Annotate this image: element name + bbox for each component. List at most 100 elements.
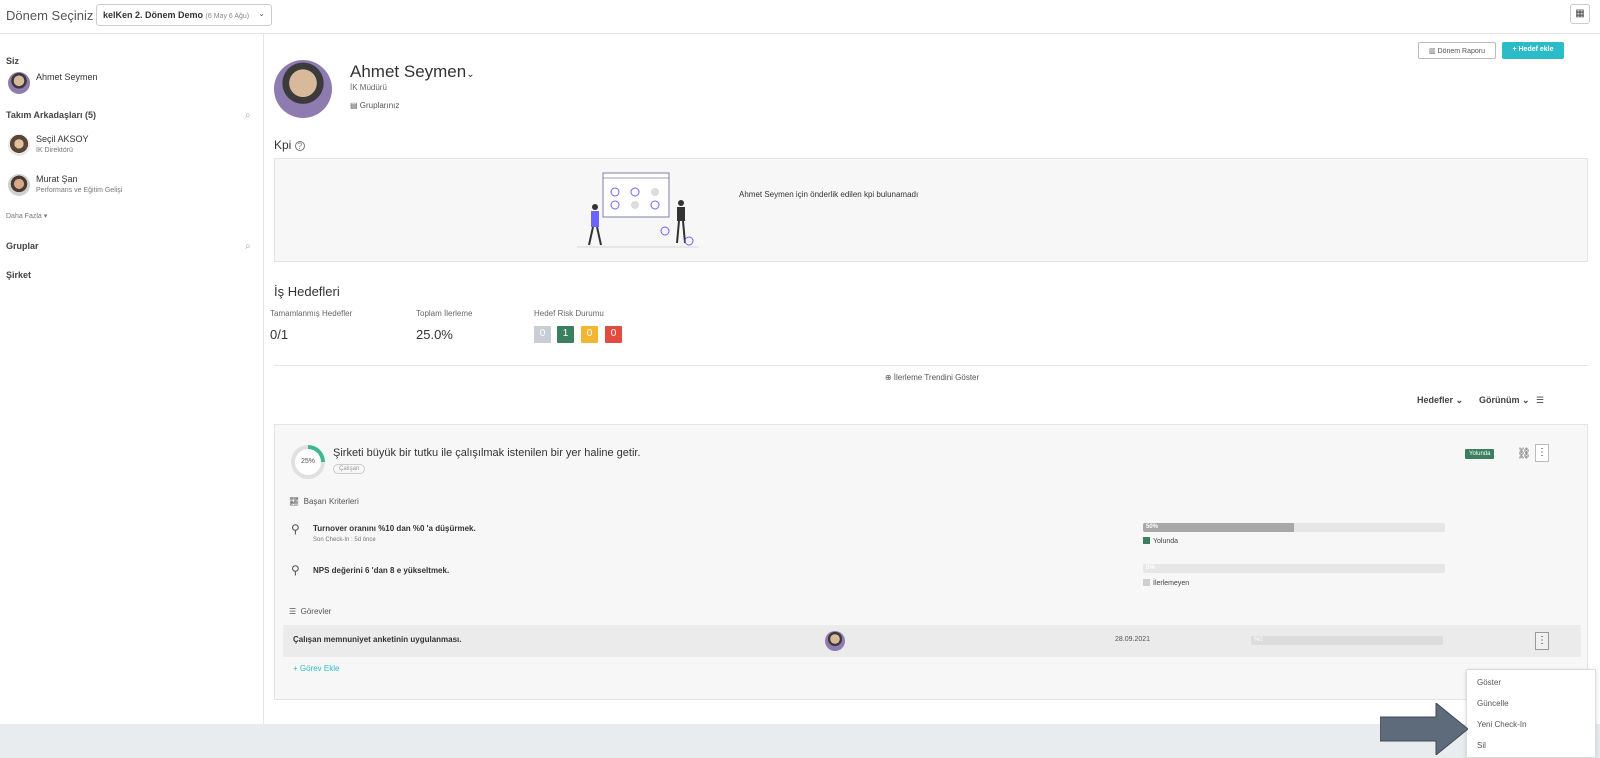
tasks-heading: ☰ Görevler (289, 607, 331, 616)
criterion-progress-bar: 50% (1143, 523, 1445, 532)
menu-item-show[interactable]: Göster (1477, 678, 1501, 687)
period-report-label: Dönem Raporu (1437, 48, 1486, 55)
criterion-title[interactable]: NPS değerini 6 'dan 8 e yükseltmek. (313, 566, 449, 575)
period-value: kelKen 2. Dönem Demo (103, 10, 204, 20)
period-label: Dönem Seçiniz : (6, 8, 101, 23)
avatar (825, 631, 845, 651)
list-icon: ☰ (289, 607, 297, 616)
sidebar-item-me[interactable]: Ahmet Seymen (6, 72, 256, 102)
person-name: Murat Şan (36, 174, 78, 184)
sidebar-heading-you: Siz (6, 56, 20, 66)
chevron-down-icon: ⌄ (258, 9, 265, 18)
task-progress-bar: %0 (1251, 636, 1443, 645)
goal-progress-ring: 25% (291, 445, 325, 479)
footer-band (0, 724, 1600, 758)
menu-item-update[interactable]: Güncelle (1477, 699, 1509, 708)
more-vertical-icon: ⋮ (1537, 635, 1547, 646)
show-trend-link[interactable]: ⊕ İlerleme Trendini Göster (264, 373, 1600, 382)
task-menu-button[interactable]: ⋮ (1535, 632, 1549, 650)
show-trend-label: İlerleme Trendini Göster (893, 373, 980, 382)
risk-badge-at-risk: 0 (581, 326, 598, 343)
goals-filter-label: Hedefler (1417, 395, 1454, 405)
task-row[interactable]: Çalışan memnuniyet anketinin uygulanması… (283, 625, 1581, 657)
plus-icon: + (1512, 46, 1517, 53)
sidebar: Siz Ahmet Seymen Takım Arkadaşları (5) ⌕… (0, 34, 264, 724)
person-role: İK Direktörü (36, 147, 73, 154)
task-date: 28.09.2021 (1115, 636, 1151, 643)
sidebar-heading-groups[interactable]: Gruplar (6, 241, 39, 251)
profile-name: Ahmet Seymen (350, 62, 467, 81)
menu-item-delete[interactable]: Sil (1477, 741, 1486, 750)
goal-title[interactable]: Şirketi büyük bir tutku ile çalışılmak i… (333, 447, 641, 459)
task-title[interactable]: Çalışan memnuniyet anketinin uygulanması… (293, 635, 462, 644)
empty-kpi-illustration (577, 172, 699, 248)
goal-progress-percent: 25% (295, 449, 321, 475)
avatar (8, 72, 30, 94)
risk-badge-on-track: 1 (557, 326, 574, 343)
view-dropdown[interactable]: Görünüm ⌄ (1479, 395, 1530, 406)
groups-label: Gruplarınız (359, 101, 400, 110)
risk-badge-off-track: 0 (605, 326, 622, 343)
goal-card: 25% Şirketi büyük bir tutku ile çalışılm… (274, 424, 1588, 700)
search-icon[interactable]: ⌕ (245, 241, 251, 252)
add-goal-button[interactable]: + Hedef ekle (1502, 42, 1564, 59)
criteria-heading-label: Başarı Kriterleri (303, 497, 359, 506)
kpi-panel: Ahmet Seymen için önderlik edilen kpi bu… (274, 158, 1588, 262)
status-badge: Yolunda (1465, 449, 1495, 459)
sidebar-heading-team: Takım Arkadaşları (5) (6, 110, 97, 120)
sidebar-heading-company[interactable]: Şirket (6, 270, 31, 280)
period-dates: (6 May 6 Ağu) (205, 13, 250, 20)
criterion-title[interactable]: Turnover oranını %10 dan %0 'a düşürmek. (313, 524, 476, 533)
criterion-status-label: İlerlemeyen (1153, 580, 1190, 587)
show-more-link[interactable]: Daha Fazla ▾ (6, 212, 47, 220)
calendar-button[interactable]: ▦ (1570, 4, 1590, 24)
person-name: Ahmet Seymen (36, 72, 98, 82)
kpi-title: Kpi (274, 138, 292, 152)
search-icon[interactable]: ⌕ (245, 110, 251, 121)
groups-link[interactable]: ▤ Gruplarınız (350, 101, 399, 110)
sidebar-item-teammate[interactable]: Seçil AKSOY İK Direktörü (6, 134, 256, 164)
profile-name-dropdown[interactable]: Ahmet Seymen⌄ (350, 62, 475, 82)
person-icon: ⚲ (291, 522, 300, 536)
show-more-label: Daha Fazla (6, 213, 42, 220)
progress-fill (1143, 523, 1294, 532)
person-icon: ⚲ (291, 563, 300, 577)
criteria-heading: 📈︎ Başarı Kriterleri (289, 497, 359, 506)
profile-avatar (274, 60, 332, 118)
unlink-icon[interactable]: ⛓ (1517, 447, 1531, 460)
criterion-status-label: Yolunda (1153, 538, 1179, 545)
more-vertical-icon: ⋮ (1537, 447, 1547, 458)
status-square-icon (1143, 537, 1150, 544)
avatar (8, 174, 30, 196)
goal-tag: Çalışan (333, 464, 366, 474)
criterion-last-checkin: Son Check-In : 5d önce (313, 537, 376, 543)
period-report-button[interactable]: ▥ Dönem Raporu (1418, 42, 1496, 59)
help-icon[interactable]: ? (294, 141, 305, 151)
avatar (8, 134, 30, 156)
menu-item-new-checkin[interactable]: Yeni Check-In (1477, 720, 1527, 729)
building-icon: ▤ (350, 101, 358, 110)
list-view-icon[interactable]: ☰ (1536, 395, 1544, 406)
calendar-icon: ▦ (1575, 8, 1585, 19)
goals-title: İş Hedefleri (274, 284, 340, 299)
sidebar-item-teammate[interactable]: Murat Şan Performans ve Eğitim Gelişi (6, 174, 256, 204)
completed-goals-label: Tamamlanmış Hedefler (270, 309, 353, 318)
criterion-progress-bar: 0% (1143, 564, 1445, 573)
divider (274, 365, 1588, 366)
goals-filter-dropdown[interactable]: Hedefler ⌄ (1417, 395, 1463, 406)
chevron-down-icon: ⌄ (1522, 395, 1530, 405)
total-progress-value: 25.0% (416, 327, 453, 342)
main-content: ▥ Dönem Raporu + Hedef ekle Ahmet Seymen… (264, 34, 1600, 724)
task-context-menu: Göster Güncelle Yeni Check-In Sil (1466, 669, 1596, 758)
criterion-status: Yolunda (1143, 537, 1178, 545)
task-progress-text: %0 (1254, 637, 1263, 643)
pointer-arrow-icon (1380, 703, 1468, 755)
period-select[interactable]: kelKen 2. Dönem Demo (6 May 6 Ağu) ⌄ (96, 4, 272, 26)
profile-role: İK Müdürü (350, 83, 387, 92)
goal-menu-button[interactable]: ⋮ (1535, 444, 1549, 462)
kpi-empty-message: Ahmet Seymen için önderlik edilen kpi bu… (739, 190, 919, 199)
caret-down-icon: ▾ (43, 213, 48, 220)
risk-badge-none: 0 (534, 326, 551, 343)
add-task-link[interactable]: + Görev Ekle (293, 664, 339, 673)
progress-text: 0% (1146, 565, 1155, 571)
